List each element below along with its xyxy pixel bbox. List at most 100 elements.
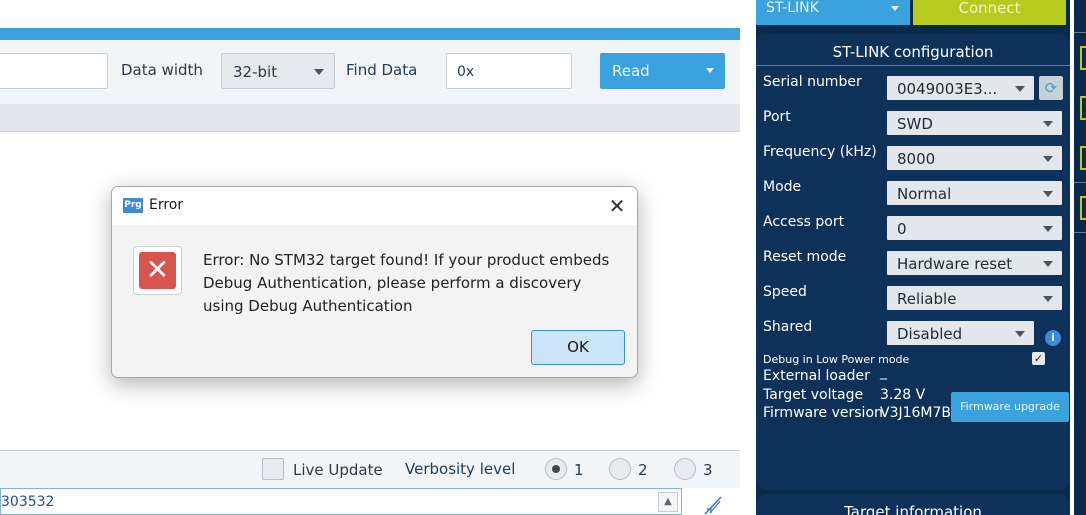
data-width-select[interactable]: 32-bit: [221, 53, 335, 89]
log-output[interactable]: 303532 ▲: [0, 488, 682, 515]
chevron-down-icon: [1043, 296, 1053, 302]
read-button[interactable]: Read: [600, 53, 725, 89]
error-x-icon: ✕: [133, 246, 182, 295]
chevron-down-icon: [891, 6, 899, 11]
data-width-label: Data width: [121, 61, 203, 79]
speed-select[interactable]: Reliable: [887, 286, 1062, 310]
shared-value: Disabled: [897, 325, 963, 343]
access-port-label: Access port: [763, 214, 845, 230]
interface-value: ST-LINK: [766, 0, 819, 16]
port-label: Port: [763, 109, 791, 125]
data-width-value: 32-bit: [233, 63, 278, 81]
chevron-down-icon: [314, 69, 324, 75]
external-loader-value: _: [880, 364, 887, 380]
sidebar-gutter: [740, 0, 756, 515]
edge-tab[interactable]: [1080, 196, 1086, 220]
shared-label: Shared: [763, 319, 813, 335]
chevron-down-icon: [1043, 121, 1053, 127]
mode-select[interactable]: Normal: [887, 181, 1062, 205]
reset-mode-value: Hardware reset: [897, 255, 1013, 273]
error-dialog: Prg Error ✕ ✕ Error: No STM32 target fou…: [111, 186, 638, 378]
target-voltage-label: Target voltage: [763, 387, 864, 403]
verbosity-radio-1[interactable]: [545, 458, 567, 480]
sidebar-edge-gutter: [1070, 0, 1074, 515]
debug-low-power-label: Debug in Low Power mode: [763, 353, 910, 366]
chevron-down-icon: [1015, 86, 1025, 92]
serial-number-value: 0049003E3...: [897, 80, 998, 98]
memory-table-header: [0, 104, 740, 132]
chevron-down-icon: [1043, 191, 1053, 197]
refresh-icon[interactable]: ⟳: [1039, 76, 1063, 100]
edge-tab[interactable]: [1080, 146, 1086, 170]
config-title-divider: [756, 65, 1070, 66]
edge-divider: [1074, 182, 1086, 183]
feather-pen-icon[interactable]: [702, 495, 724, 515]
serial-number-select[interactable]: 0049003E3...: [887, 76, 1034, 100]
app-logo-icon: Prg: [123, 198, 143, 213]
log-line: 303532: [1, 494, 55, 510]
port-select[interactable]: SWD: [887, 111, 1062, 135]
close-icon[interactable]: ✕: [605, 193, 629, 219]
target-info-title: Target information: [844, 503, 982, 515]
chevron-down-icon: [706, 68, 714, 73]
error-x-glyph: ✕: [139, 252, 176, 289]
external-loader-label: External loader: [763, 368, 870, 384]
edge-divider: [1074, 32, 1086, 33]
debug-low-power-checkbox[interactable]: ✓: [1032, 352, 1045, 365]
chevron-down-icon: [1043, 261, 1053, 267]
find-data-label: Find Data: [346, 61, 418, 79]
reset-mode-select[interactable]: Hardware reset: [887, 251, 1062, 275]
speed-label: Speed: [763, 284, 807, 300]
frequency-value: 8000: [897, 150, 936, 168]
firmware-version-label: Firmware version: [763, 405, 883, 421]
verbosity-radio-3[interactable]: [674, 458, 696, 480]
verbosity-option-2: 2: [638, 461, 648, 479]
frequency-label: Frequency (kHz): [763, 144, 877, 160]
ok-button[interactable]: OK: [531, 330, 625, 365]
firmware-upgrade-button[interactable]: Firmware upgrade: [951, 392, 1069, 422]
header-strip: [0, 28, 740, 40]
connect-button[interactable]: Connect: [913, 0, 1066, 25]
scroll-up-icon[interactable]: ▲: [658, 492, 678, 512]
access-port-select[interactable]: 0: [887, 216, 1062, 240]
interface-select[interactable]: ST-LINK: [756, 0, 910, 25]
chevron-down-icon: [1043, 226, 1053, 232]
stm32cubeprogrammer-window: Data width 32-bit Find Data 0x Read Live…: [0, 0, 1086, 515]
dialog-title: Error: [149, 197, 184, 213]
error-message: Error: No STM32 target found! If your pr…: [203, 251, 610, 315]
dialog-titlebar[interactable]: Prg Error ✕: [112, 187, 637, 225]
live-update-label: Live Update: [293, 461, 383, 479]
serial-number-label: Serial number: [763, 74, 862, 90]
read-button-label: Read: [612, 62, 650, 80]
log-options-bar: Live Update Verbosity level 1 2 3: [0, 451, 740, 488]
mode-value: Normal: [897, 185, 952, 203]
memory-toolbar: Data width 32-bit Find Data 0x Read: [0, 40, 740, 104]
info-icon[interactable]: i: [1045, 330, 1061, 346]
address-input[interactable]: [0, 53, 108, 89]
verbosity-option-1: 1: [574, 461, 584, 479]
edge-divider: [1074, 232, 1086, 233]
find-data-input[interactable]: 0x: [446, 53, 572, 89]
reset-mode-label: Reset mode: [763, 249, 847, 265]
stlink-config-panel: ST-LINK configuration Serial number 0049…: [756, 34, 1070, 490]
target-voltage-value: 3.28 V: [880, 387, 926, 403]
speed-value: Reliable: [897, 290, 957, 308]
port-value: SWD: [897, 115, 933, 133]
config-panel-title: ST-LINK configuration: [832, 43, 994, 61]
verbosity-radio-2[interactable]: [609, 458, 631, 480]
top-area: [0, 0, 740, 28]
edge-tab[interactable]: [1080, 96, 1086, 120]
chevron-down-icon: [1043, 156, 1053, 162]
shared-select[interactable]: Disabled: [887, 321, 1034, 345]
frequency-select[interactable]: 8000: [887, 146, 1062, 170]
find-data-value: 0x: [457, 64, 475, 80]
access-port-value: 0: [897, 220, 907, 238]
chevron-down-icon: [1015, 331, 1025, 337]
live-update-checkbox[interactable]: [262, 458, 284, 480]
mode-label: Mode: [763, 179, 802, 195]
edge-tab[interactable]: [1080, 46, 1086, 70]
verbosity-label: Verbosity level: [405, 460, 516, 478]
verbosity-option-3: 3: [703, 461, 713, 479]
target-info-panel: Target information: [756, 494, 1070, 515]
firmware-version-value: V3J16M7B: [880, 405, 952, 421]
